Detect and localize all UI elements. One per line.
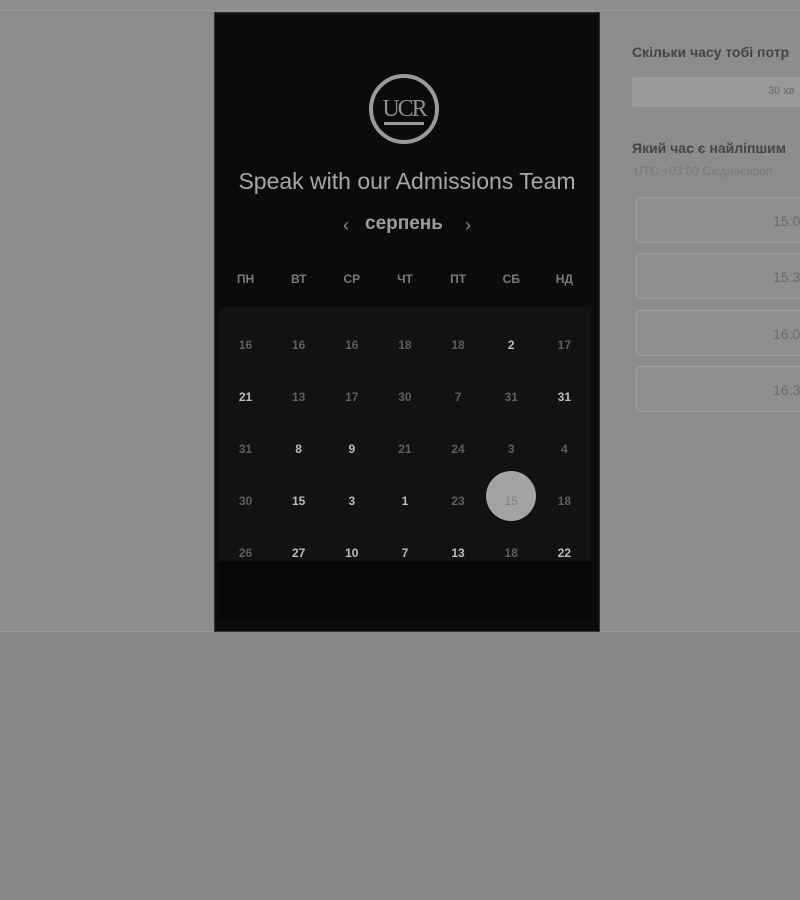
time-slot[interactable]: 16:0 [636,310,800,356]
calendar-day-number: 31 [238,442,253,456]
logo-underline [384,122,424,125]
calendar-day-number: 16 [291,338,306,352]
calendar-day[interactable]: 8 [272,417,325,467]
calendar-day-number: 1 [401,494,409,508]
calendar-day[interactable]: 13 [272,365,325,415]
calendar-day[interactable]: 17 [325,365,378,415]
time-slot-label: 16:0 [773,326,800,342]
calendar-day-number: 24 [451,442,465,456]
time-slot-label: 15:0 [773,213,800,229]
lower-area [0,632,800,900]
calendar-day[interactable]: 23 [432,469,485,519]
calendar-day[interactable]: 15 [272,469,325,519]
calendar-day-number: 17 [557,338,572,352]
calendar-day[interactable]: 18 [538,469,591,519]
calendar-day-number: 22 [557,546,572,560]
calendar-day-number: 2 [507,338,515,352]
calendar-day[interactable]: 16 [272,313,325,363]
calendar-day[interactable]: 15 [485,469,538,521]
calendar-day[interactable]: 31 [538,365,591,415]
calendar-day-number: 18 [451,338,465,352]
calendar-day-number: 30 [398,390,412,404]
time-slot[interactable]: 15:0 [636,197,800,243]
calendar-day[interactable]: 30 [219,469,272,519]
time-slot[interactable]: 16:3 [636,366,800,412]
calendar-day-number: 23 [451,494,465,508]
calendar-day[interactable]: 31 [485,365,538,415]
month-label: серпень [365,213,443,234]
time-question: Який час є найліпшим [632,140,787,156]
calendar-day-number: 26 [238,546,253,560]
weekday-label: ПН [236,272,255,286]
chevron-right-icon[interactable]: › [459,213,477,237]
booking-modal: UCR Speak with our Admissions Team ‹ сер… [214,12,600,632]
calendar-day-number: 3 [507,442,515,456]
calendar-day-number: 16 [345,338,359,352]
calendar-day-number: 21 [398,442,412,456]
calendar-day[interactable]: 2 [485,313,538,363]
calendar-day-number: 13 [451,546,465,560]
calendar-day-number: 31 [504,390,518,404]
timezone-label: UTC +03:00 Східноєвроп [634,164,773,178]
calendar-day[interactable]: 16 [325,313,378,363]
calendar-day-number: 8 [295,442,302,456]
calendar-day-number: 27 [291,546,306,560]
calendar-day[interactable]: 24 [432,417,485,467]
ucr-logo-icon: UCR [369,74,439,144]
weekday-label: НД [555,272,574,286]
calendar-day-number: 4 [561,442,568,456]
weekday-header: ПН ВТ СР ЧТ ПТ СБ НД [219,265,591,307]
weekday-label: ЧТ [397,272,413,286]
calendar-day-number: 7 [401,546,409,560]
calendar-day-number: 18 [557,494,572,508]
calendar-day-number: 18 [504,546,518,560]
calendar-day[interactable]: 3 [485,417,538,467]
calendar-day[interactable]: 1 [378,469,431,519]
calendar-day-number: 3 [348,494,356,508]
calendar-day-number: 15 [504,494,518,508]
calendar-day[interactable]: 17 [538,313,591,363]
weekday-label: ПТ [450,272,467,286]
calendar-day-number: 10 [345,546,359,560]
calendar-day[interactable]: 4 [538,417,591,467]
calendar-day-number: 17 [345,390,359,404]
time-slot-label: 16:3 [773,382,800,398]
calendar-day[interactable]: 30 [378,365,431,415]
modal-title: Speak with our Admissions Team [238,168,576,194]
logo-text: UCR [382,96,427,122]
duration-select[interactable]: 30 хв [632,77,800,107]
calendar-day-number: 16 [238,338,253,352]
calendar-day[interactable]: 21 [378,417,431,467]
calendar-day-number: 7 [454,390,462,404]
calendar-day-number: 15 [291,494,306,508]
calendar-day[interactable]: 7 [432,365,485,415]
chevron-left-icon[interactable]: ‹ [337,213,355,237]
calendar-day-number: 9 [348,442,356,456]
month-navigation: ‹ серпень › [215,213,599,239]
calendar-day[interactable]: 3 [325,469,378,519]
weekday-label: СБ [502,272,520,286]
calendar-grid: 16 16 16 18 18 2 17 21 13 17 30 7 31 31 31 8 9 21 24 3 4 30 15… [219,307,591,561]
calendar-day-number: 13 [291,390,306,404]
modal-footer [219,561,591,619]
duration-value: 30 хв [768,85,795,97]
calendar-day[interactable]: 16 [219,313,272,363]
right-panel: Скільки часу тобі потр 30 хв Який час є … [632,0,800,632]
weekday-label: ВТ [290,272,307,286]
weekday-label: СР [343,272,361,286]
time-slot-label: 15:3 [773,269,800,285]
calendar-day[interactable]: 31 [219,417,272,467]
calendar-day[interactable]: 21 [219,365,272,415]
duration-question: Скільки часу тобі потр [632,44,790,60]
calendar-day-number: 18 [398,338,412,352]
calendar-day-number: 30 [238,494,253,508]
calendar-day-number: 21 [238,390,253,404]
calendar-day-number: 31 [557,390,572,404]
calendar-day[interactable]: 18 [432,313,485,363]
calendar-day[interactable]: 9 [325,417,378,467]
calendar-day[interactable]: 18 [378,313,431,363]
time-slot[interactable]: 15:3 [636,253,800,299]
